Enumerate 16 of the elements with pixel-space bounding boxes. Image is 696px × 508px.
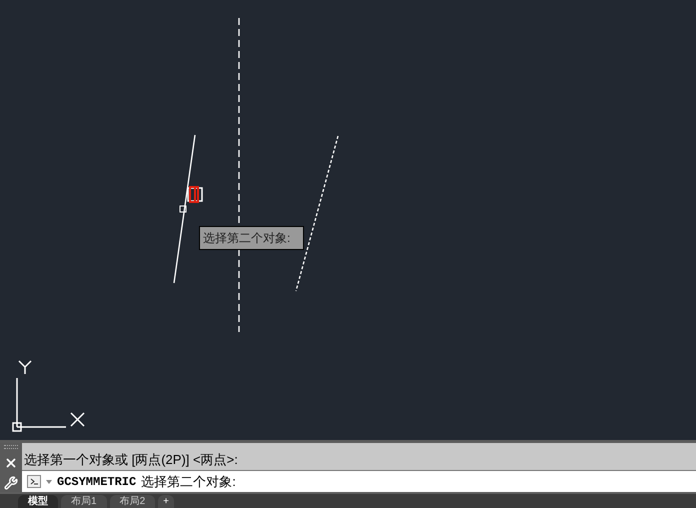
grip-icon[interactable]	[4, 445, 18, 449]
close-icon[interactable]	[4, 456, 18, 470]
command-input[interactable]: GCSYMMETRIC 选择第二个对象:	[22, 471, 696, 492]
cursor-icon	[187, 186, 203, 203]
command-prompt-icon[interactable]	[27, 475, 41, 488]
command-tooltip: 选择第二个对象:	[199, 226, 304, 250]
command-prompt: 选择第二个对象:	[141, 472, 236, 491]
command-history-line: 选择第一个对象或 [两点(2P)] <两点>:	[24, 452, 239, 468]
layout-tab[interactable]: 布局1	[61, 495, 107, 508]
dropdown-caret-icon[interactable]	[46, 480, 52, 484]
layout-tab[interactable]: 模型	[18, 495, 58, 508]
command-name: GCSYMMETRIC	[57, 474, 136, 490]
grip-marker-icon	[180, 206, 186, 212]
add-tab-button[interactable]: +	[158, 495, 174, 508]
customize-icon[interactable]	[4, 476, 18, 490]
layout-tab[interactable]: 布局2	[110, 495, 156, 508]
